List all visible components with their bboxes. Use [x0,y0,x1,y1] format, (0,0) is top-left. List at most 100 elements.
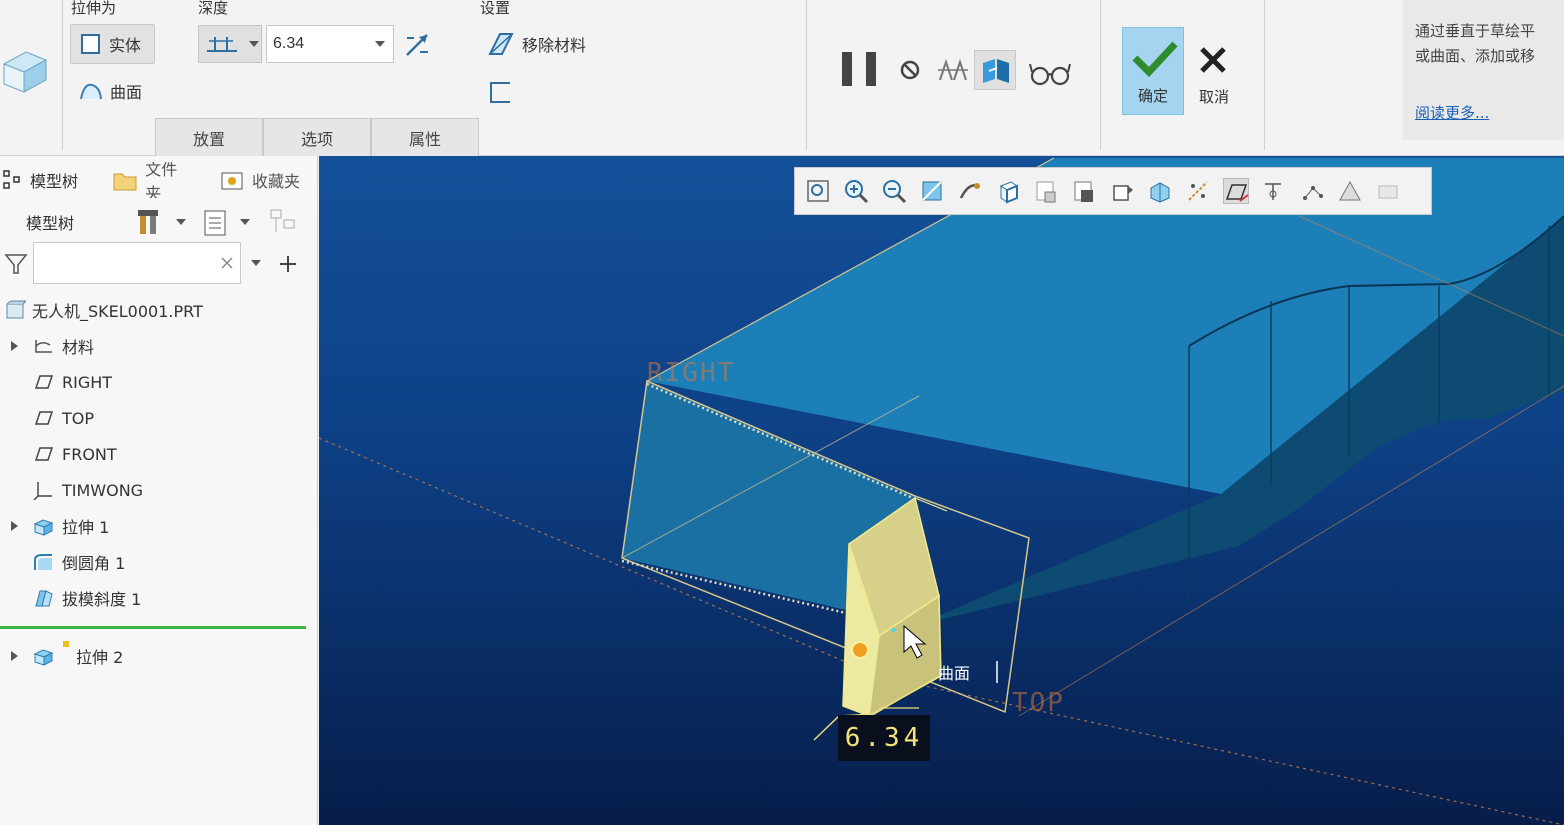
view-style-icon[interactable] [1147,178,1173,204]
tree-item-extrude-1[interactable]: 拉伸 1 [0,509,318,543]
perspective-view-icon[interactable] [1071,178,1097,204]
no-preview-icon[interactable] [898,58,922,82]
ok-button[interactable]: 确定 [1122,27,1184,115]
remove-material-icon [488,33,514,55]
annotation-display-icon[interactable] [1375,178,1401,204]
surface-label: 曲面 [110,83,143,102]
group-label-settings: 设置 [480,0,511,17]
model-tree-icon [3,170,20,189]
cancel-button[interactable]: 取消 [1186,27,1242,115]
filter-icon[interactable] [4,252,28,276]
tree-item-label: 无人机_SKEL0001.PRT [32,302,203,321]
datum-plane-icon [34,375,54,389]
view-manager-icon[interactable] [1033,178,1059,204]
depth-drag-handle[interactable] [851,641,869,659]
saved-orientations-icon[interactable] [995,178,1021,204]
graphics-toolbar [794,167,1432,215]
separator [806,0,807,150]
feature-preview-button[interactable] [974,50,1016,90]
chevron-down-icon[interactable] [251,260,261,266]
expand-icon[interactable] [11,521,18,531]
graphics-viewport[interactable]: ✦ RIGHT TOP [319,156,1564,825]
tree-item-round-1[interactable]: 倒圆角 1 [0,545,318,579]
ok-label: 确定 [1137,87,1168,105]
tab-options[interactable]: 选项 [263,118,371,156]
separator [1100,0,1101,150]
show-list-icon[interactable] [202,208,228,238]
tab-model-tree[interactable]: 模型树 [2,162,78,198]
tree-item-label: 材料 [62,338,95,357]
depth-dimension-label[interactable]: 6.34 [838,715,930,761]
expand-icon[interactable] [11,651,18,661]
chevron-down-icon[interactable] [375,41,385,47]
tree-item-part[interactable]: 无人机_SKEL0001.PRT [0,293,318,327]
read-more-link[interactable]: 阅读更多... [1415,102,1489,123]
flip-direction-icon[interactable] [402,30,432,60]
remove-material-button[interactable]: 移除材料 [486,28,586,60]
surface-icon [80,83,102,100]
clear-icon[interactable] [220,256,234,270]
tree-item-material[interactable]: 材料 [0,329,318,363]
repaint-icon[interactable] [919,178,945,204]
zoom-out-icon[interactable] [881,178,907,204]
depth-value-input[interactable] [267,27,367,61]
depth-value-combo[interactable] [266,25,394,63]
refit-icon[interactable] [805,178,831,204]
settings-tools-icon[interactable] [136,206,166,238]
add-icon[interactable] [277,253,299,275]
tree-item-label: FRONT [62,444,117,464]
chevron-down-icon[interactable] [240,219,250,225]
datum-display-icon[interactable] [1185,178,1211,204]
tree-item-csys[interactable]: TIMWONG [0,473,318,507]
tab-favorites[interactable]: 收藏夹 [220,162,302,198]
help-text: 通过垂直于草绘平 [1415,22,1536,40]
point-display-icon[interactable] [1299,178,1325,204]
tab-properties[interactable]: 属性 [371,118,479,156]
tree-item-top[interactable]: TOP [0,401,318,435]
ribbon: 拉伸为 实体 曲面 深度 设置 移除材料 放置 [0,0,1564,156]
chevron-down-icon [249,41,259,47]
help-text: 或曲面、添加或移 [1415,47,1536,65]
tree-item-label: 拉伸 1 [62,518,110,537]
tree-item-right[interactable]: RIGHT [0,365,318,399]
spin-center-icon[interactable] [957,178,983,204]
solid-icon [81,34,100,54]
tree-item-label: 拉伸 2 [76,648,124,667]
favorites-icon [221,172,243,190]
surface-button[interactable]: 曲面 [78,76,142,106]
insert-indicator[interactable] [0,626,306,629]
tab-placement[interactable]: 放置 [155,118,263,156]
plane-display-button[interactable] [1223,178,1249,204]
tree-item-label: TOP [62,408,95,428]
expand-icon[interactable] [11,341,18,351]
solid-button[interactable]: 实体 [70,24,155,64]
group-label-extrude-as: 拉伸为 [71,0,117,17]
feature-preview-icon [983,59,1009,83]
search-input[interactable] [34,243,204,281]
datum-plane-icon [34,411,54,425]
verify-glasses-icon[interactable] [1028,58,1072,88]
folder-icon [113,173,137,191]
tree-item-extrude-2[interactable]: 拉伸 2 [0,639,318,673]
close-icon [1200,47,1226,73]
draft-icon [35,590,53,607]
geometry-preview-icon[interactable] [936,56,970,86]
csys-display-icon[interactable] [1337,178,1363,204]
tree-item-draft-1[interactable]: 拔模斜度 1 [0,581,318,615]
pause-icon-bar[interactable] [866,52,876,86]
axis-display-icon[interactable] [1261,178,1287,204]
tab-folder[interactable]: 文件夹 [112,162,192,198]
datum-label-top: TOP [1012,688,1065,718]
zoom-in-icon[interactable] [843,178,869,204]
tree-item-label: TIMWONG [62,480,144,500]
thicken-sketch-icon[interactable] [488,80,514,106]
pause-icon[interactable] [842,52,852,86]
tree-item-front[interactable]: FRONT [0,437,318,471]
blind-depth-icon [207,37,237,52]
chevron-down-icon[interactable] [176,219,186,225]
extrude-icon [33,519,54,536]
tree-filter-columns-icon[interactable] [268,206,302,238]
search-box [33,242,241,284]
depth-type-dropdown[interactable] [198,25,262,63]
display-style-icon[interactable] [1109,178,1135,204]
